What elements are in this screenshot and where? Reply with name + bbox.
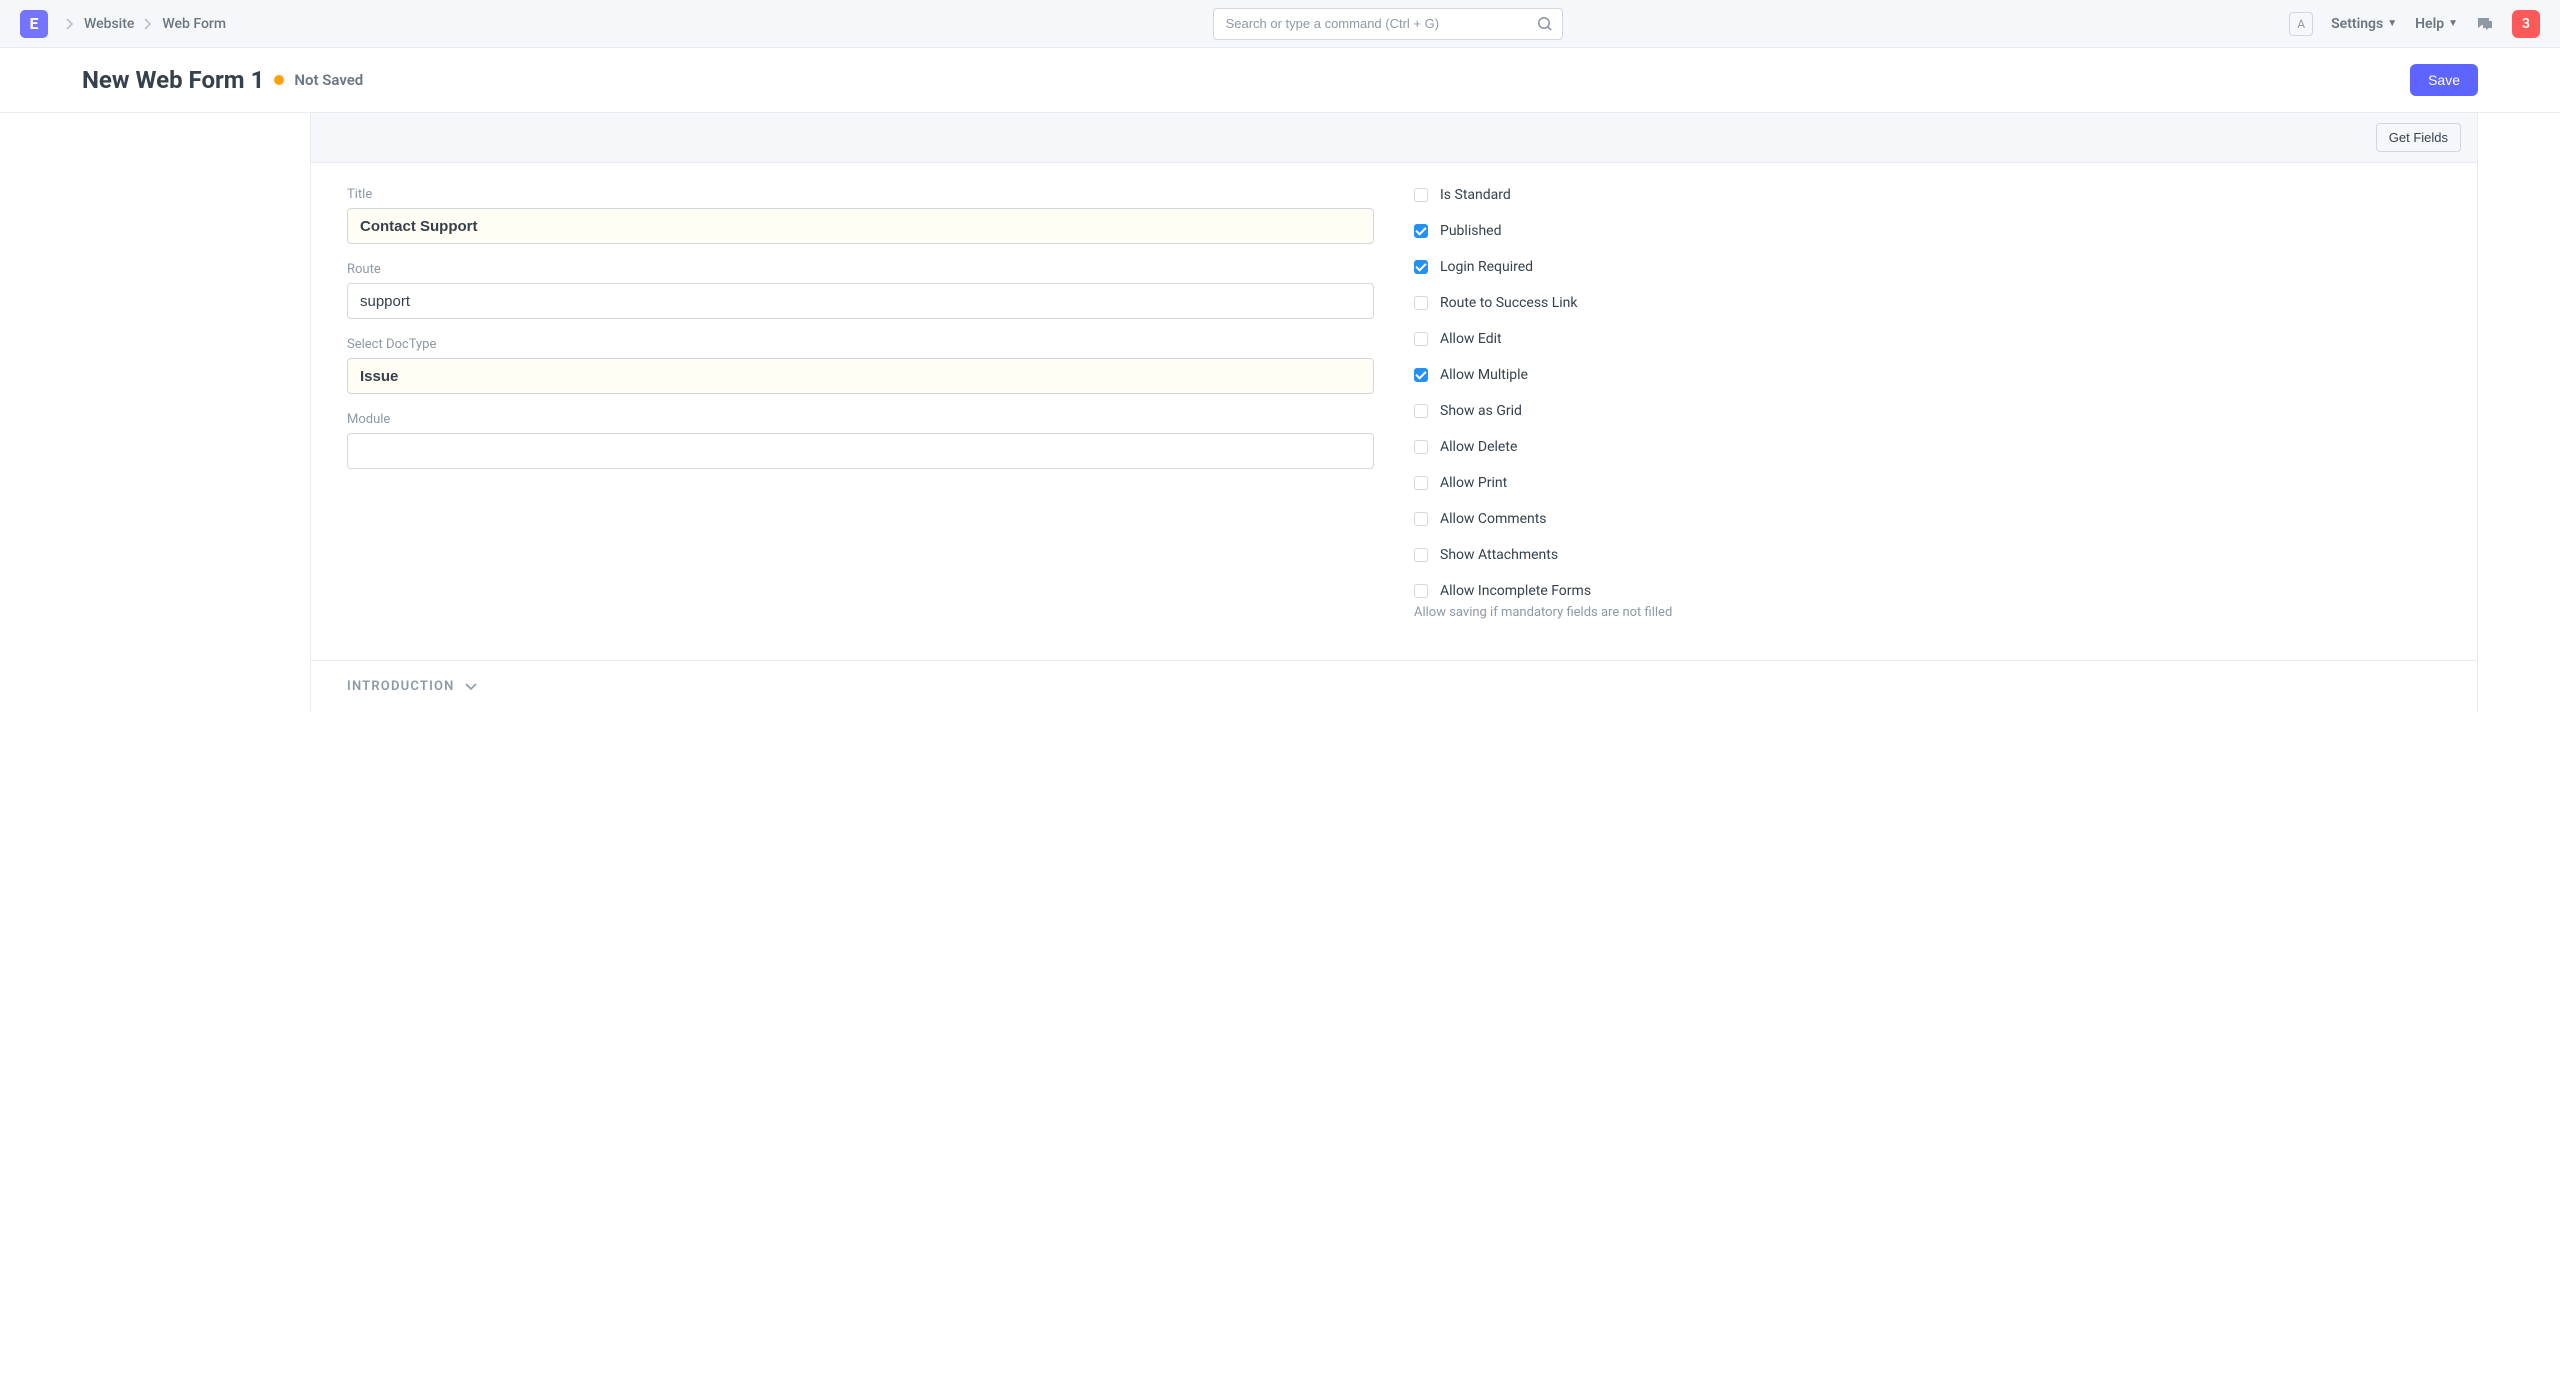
section-introduction-label: Introduction: [347, 679, 455, 694]
field-doctype: Select DocType: [347, 337, 1374, 394]
route-input[interactable]: [347, 283, 1374, 319]
checkbox-label: Published: [1440, 223, 1501, 239]
page-title: New Web Form 1: [82, 66, 264, 94]
get-fields-button[interactable]: Get Fields: [2376, 123, 2461, 152]
search-icon[interactable]: [1537, 16, 1553, 32]
checkbox-show-attachments[interactable]: Show Attachments: [1414, 547, 2441, 563]
checkbox-login-required[interactable]: Login Required: [1414, 259, 2441, 275]
search-wrap: [1213, 8, 1563, 40]
form-column-left: Title Route Select DocType Module: [347, 187, 1374, 620]
help-menu[interactable]: Help ▼: [2415, 16, 2458, 32]
checkbox-allow-print[interactable]: Allow Print: [1414, 475, 2441, 491]
checkbox-icon[interactable]: [1414, 584, 1428, 598]
chevron-right-icon: [66, 18, 74, 30]
checkbox-label: Allow Delete: [1440, 439, 1517, 455]
allow-incomplete-help: Allow saving if mandatory fields are not…: [1414, 605, 2441, 620]
doctype-input[interactable]: [347, 358, 1374, 394]
checkbox-label: Is Standard: [1440, 187, 1511, 203]
checkbox-icon[interactable]: [1414, 224, 1428, 238]
checkbox-icon[interactable]: [1414, 476, 1428, 490]
checkbox-label: Show Attachments: [1440, 547, 1558, 563]
checkbox-label: Login Required: [1440, 259, 1533, 275]
breadcrumb-web-form[interactable]: Web Form: [162, 16, 226, 32]
checkbox-icon[interactable]: [1414, 368, 1428, 382]
checkbox-label: Allow Print: [1440, 475, 1507, 491]
caret-down-icon: ▼: [2448, 18, 2458, 29]
navbar: E Website Web Form A Settings ▼ Help: [0, 0, 2560, 48]
checkbox-label: Show as Grid: [1440, 403, 1522, 419]
checkbox-icon[interactable]: [1414, 404, 1428, 418]
checkbox-allow-incomplete-forms[interactable]: Allow Incomplete Forms: [1414, 583, 2441, 599]
checkbox-icon[interactable]: [1414, 332, 1428, 346]
checkbox-allow-edit[interactable]: Allow Edit: [1414, 331, 2441, 347]
field-title-label: Title: [347, 187, 1374, 202]
form-column-right: Is Standard Published Login Required Route …: [1414, 187, 2441, 620]
field-title: Title: [347, 187, 1374, 244]
checkbox-icon[interactable]: [1414, 440, 1428, 454]
checkbox-icon[interactable]: [1414, 260, 1428, 274]
chevron-right-icon: [144, 18, 152, 30]
avatar[interactable]: A: [2289, 12, 2313, 36]
field-module: Module: [347, 412, 1374, 469]
settings-menu[interactable]: Settings ▼: [2331, 16, 2397, 32]
status-indicator-dot: [274, 75, 284, 85]
help-label: Help: [2415, 16, 2444, 32]
status-text: Not Saved: [294, 71, 363, 89]
checkbox-label: Allow Edit: [1440, 331, 1502, 347]
checkbox-is-standard[interactable]: Is Standard: [1414, 187, 2441, 203]
chat-icon[interactable]: [2476, 15, 2494, 33]
notification-badge[interactable]: 3: [2512, 10, 2540, 38]
field-module-label: Module: [347, 412, 1374, 427]
field-route: Route: [347, 262, 1374, 319]
nav-right: A Settings ▼ Help ▼ 3: [2289, 10, 2540, 38]
layout: Get Fields Title Route Select DocType Mo…: [0, 113, 2560, 712]
search-input[interactable]: [1213, 8, 1563, 40]
field-route-label: Route: [347, 262, 1374, 277]
checkbox-icon[interactable]: [1414, 548, 1428, 562]
checkbox-allow-comments[interactable]: Allow Comments: [1414, 511, 2441, 527]
checkbox-label: Allow Multiple: [1440, 367, 1528, 383]
checkbox-label: Route to Success Link: [1440, 295, 1578, 311]
checkbox-published[interactable]: Published: [1414, 223, 2441, 239]
title-input[interactable]: [347, 208, 1374, 244]
breadcrumb-website[interactable]: Website: [84, 16, 134, 32]
checkbox-icon[interactable]: [1414, 296, 1428, 310]
app-logo[interactable]: E: [20, 10, 48, 38]
checkbox-allow-multiple[interactable]: Allow Multiple: [1414, 367, 2441, 383]
checkbox-icon[interactable]: [1414, 188, 1428, 202]
save-button[interactable]: Save: [2410, 64, 2478, 96]
module-input[interactable]: [347, 433, 1374, 469]
chevron-down-icon: [465, 683, 477, 691]
settings-label: Settings: [2331, 16, 2383, 32]
section-introduction[interactable]: Introduction: [311, 660, 2477, 712]
nav-center: [226, 8, 2289, 40]
checkbox-allow-delete[interactable]: Allow Delete: [1414, 439, 2441, 455]
sidebar: [82, 113, 310, 712]
breadcrumb: Website Web Form: [66, 16, 226, 32]
page-head: New Web Form 1 Not Saved Save: [0, 48, 2560, 113]
checkbox-label: Allow Incomplete Forms: [1440, 583, 1591, 599]
checkbox-icon[interactable]: [1414, 512, 1428, 526]
main: Get Fields Title Route Select DocType Mo…: [310, 113, 2478, 712]
caret-down-icon: ▼: [2387, 18, 2397, 29]
field-doctype-label: Select DocType: [347, 337, 1374, 352]
form-body: Title Route Select DocType Module: [311, 163, 2477, 660]
form-toolbar: Get Fields: [311, 113, 2477, 163]
nav-left: E Website Web Form: [20, 10, 226, 38]
checkbox-route-to-success-link[interactable]: Route to Success Link: [1414, 295, 2441, 311]
checkbox-show-as-grid[interactable]: Show as Grid: [1414, 403, 2441, 419]
title-wrap: New Web Form 1 Not Saved: [82, 66, 363, 94]
checkbox-label: Allow Comments: [1440, 511, 1547, 527]
